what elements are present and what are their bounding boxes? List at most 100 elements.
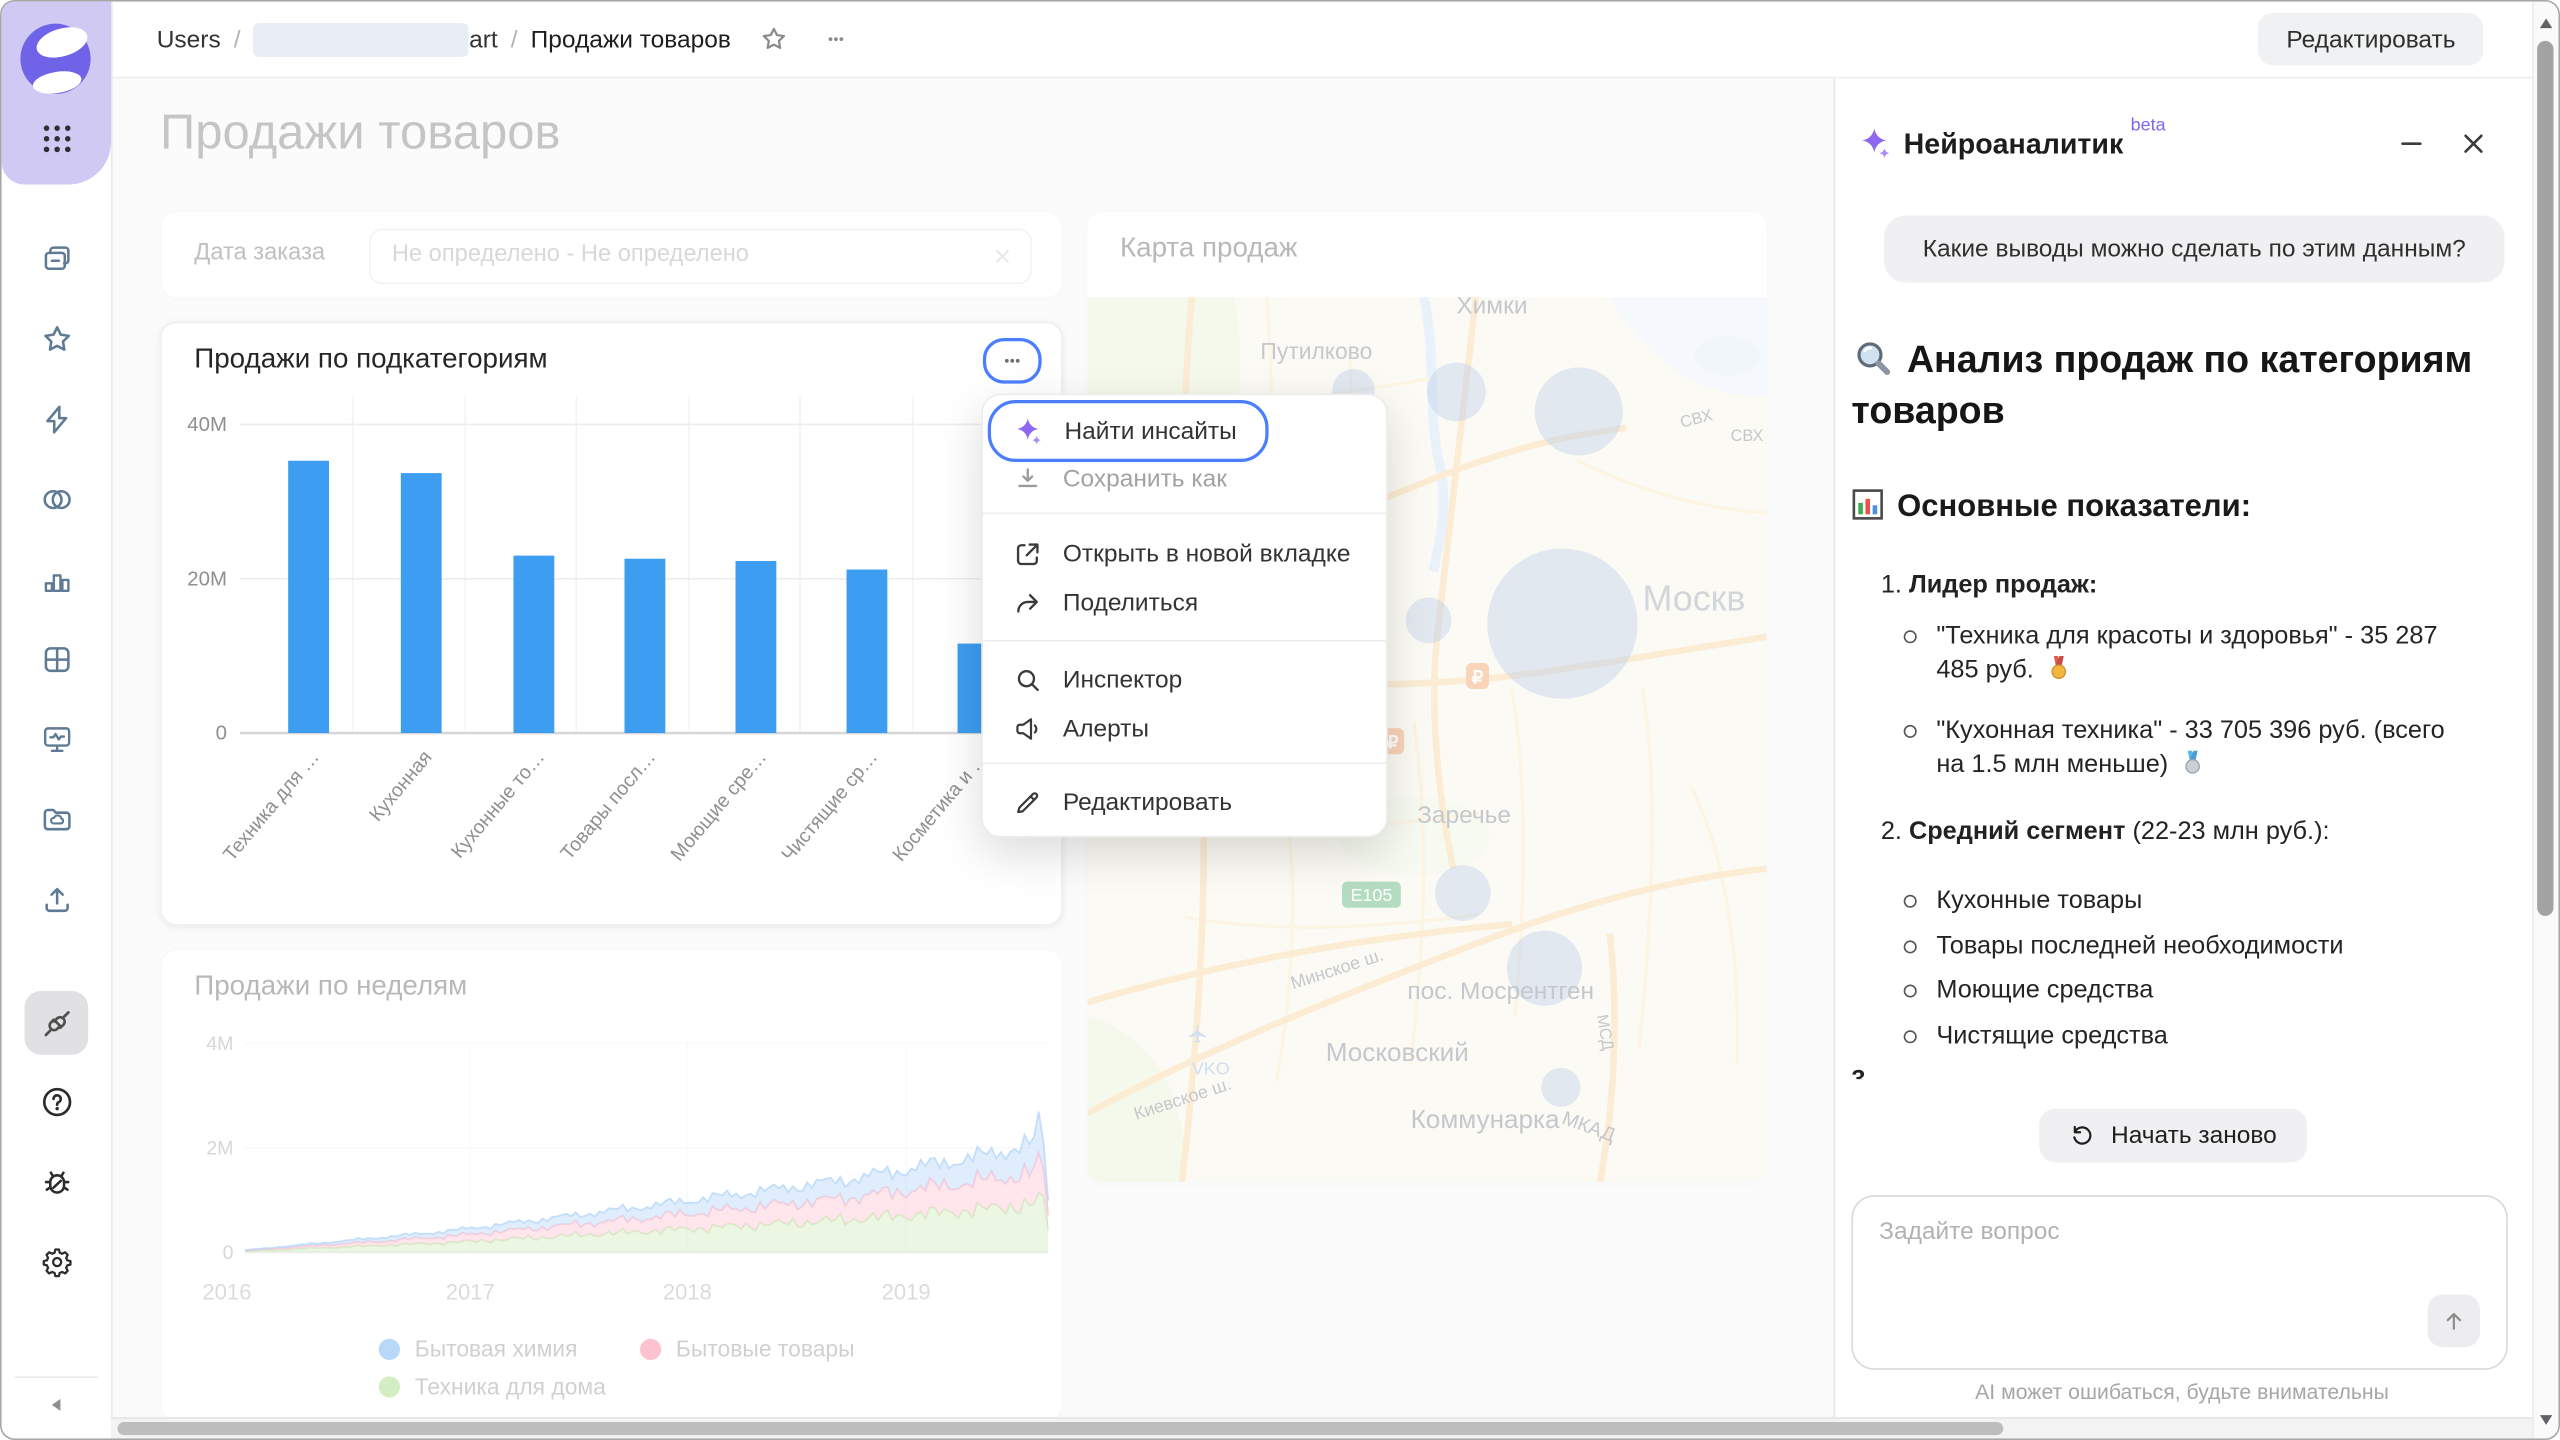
legend-item[interactable]: Бытовая химия (379, 1336, 578, 1362)
close-icon[interactable] (2457, 127, 2490, 160)
scroll-up-icon[interactable] (2539, 16, 2554, 31)
bar-chart-emoji (1851, 488, 1884, 521)
vertical-scrollbar[interactable] (2532, 2, 2558, 1440)
svg-text:40M: 40M (187, 414, 227, 436)
svg-text:2M: 2M (206, 1137, 233, 1159)
legend-item[interactable]: Бытовые товары (640, 1336, 855, 1362)
gold-medal-emoji (2046, 655, 2072, 681)
svg-text:Косметика и …: Косметика и … (888, 747, 993, 866)
magnifier-emoji (1851, 336, 1893, 378)
menu-item-2[interactable]: Открыть в новой вкладке (996, 529, 1373, 578)
datalens-logo-icon[interactable] (20, 23, 92, 95)
bullet-segment-0: Кухонные товары (1936, 883, 2475, 917)
external-icon (1012, 538, 1043, 569)
svg-text:Кухонные то…: Кухонные то… (447, 747, 549, 863)
edit-button[interactable]: Редактировать (2259, 13, 2484, 65)
bullet-segment-3: Чистящие средства (1936, 1019, 2475, 1053)
breadcrumb-masked-tail[interactable]: art (469, 25, 498, 53)
date-filter-label: Дата заказа (194, 240, 325, 266)
minimize-icon[interactable] (2395, 127, 2428, 160)
breadcrumb-masked-segment[interactable] (254, 22, 470, 56)
svg-text:20M: 20M (187, 568, 227, 590)
breadcrumb-users[interactable]: Users (157, 25, 221, 53)
bar-1[interactable] (401, 473, 442, 733)
sidebar-item-help[interactable] (38, 1084, 74, 1120)
sidebar-item-connections[interactable] (38, 402, 74, 438)
plug-icon (38, 1005, 74, 1041)
sidebar-item-monitoring[interactable] (38, 722, 74, 758)
sidebar-item-dashboards[interactable] (38, 642, 74, 678)
sidebar-item-collections[interactable] (38, 242, 74, 278)
sidebar-item-favorites[interactable] (38, 322, 74, 358)
area-chart: 4M2M02016201720182019 (162, 950, 1062, 1335)
sidebar-item-bug-report[interactable] (38, 1164, 74, 1200)
sidebar-divider (15, 1376, 98, 1378)
ai-disclaimer: AI может ошибаться, будьте внимательны (1835, 1380, 2529, 1404)
send-button[interactable] (2428, 1295, 2480, 1347)
silver-medal-emoji (2180, 749, 2206, 775)
sidebar-item-datasets[interactable] (38, 482, 74, 518)
scroll-down-icon[interactable] (2539, 1412, 2554, 1427)
menu-item-1[interactable]: Сохранить как (996, 454, 1373, 503)
weekly-chart-widget: Продажи по неделям 4M2M02016201720182019… (160, 949, 1063, 1422)
bar-2[interactable] (513, 556, 554, 733)
svg-text:E105: E105 (1350, 885, 1392, 905)
legend-item[interactable]: Техника для дома (379, 1373, 606, 1399)
map-label: Московский (1326, 1037, 1469, 1067)
svg-text:Чистящие ср…: Чистящие ср… (777, 747, 882, 866)
dashboard-area: Продажи товаров Дата заказа Не определен… (111, 77, 1833, 1429)
sidebar-item-neuro-active[interactable] (24, 991, 88, 1055)
menu-item-5[interactable]: Алерты (996, 704, 1373, 753)
map-label: Москв (1642, 578, 1745, 619)
restart-button[interactable]: Начать заново (2039, 1109, 2306, 1163)
svg-text:0: 0 (223, 1242, 234, 1264)
horizontal-scrollbar[interactable] (111, 1417, 2534, 1438)
list-item-2: 2. Средний сегмент (22-23 млн руб.): (1881, 818, 2505, 847)
svg-text:Моющие сре…: Моющие сре… (667, 747, 772, 866)
analysis-subheading: Основные показатели: (1851, 488, 2504, 526)
question-input[interactable]: Задайте вопрос (1851, 1195, 2507, 1370)
bar-0[interactable] (288, 461, 329, 733)
menu-item-0[interactable]: Найти инсайты (988, 400, 1269, 462)
clear-filter-icon[interactable] (989, 243, 1015, 269)
bar-3[interactable] (624, 559, 665, 733)
menu-divider (983, 640, 1386, 642)
menu-item-6[interactable]: Редактировать (996, 777, 1373, 826)
horizontal-scrollbar-thumb[interactable] (118, 1422, 2004, 1435)
menu-item-4[interactable]: Инспектор (996, 655, 1373, 704)
svg-text:4M: 4M (206, 1033, 233, 1055)
sidebar (2, 2, 113, 1440)
analysis-heading: Анализ продаж по категориям товаров (1851, 335, 2504, 436)
bar-5[interactable] (847, 570, 888, 734)
date-filter-input[interactable]: Не определено - Не определено (369, 229, 1032, 285)
bar-4[interactable] (736, 561, 777, 733)
bullet-segment-1: Товары последней необходимости (1936, 929, 2475, 963)
breadcrumb-current: Продажи товаров (531, 25, 731, 53)
widget-context-menu: Найти инсайтыСохранить как Открыть в ново… (981, 393, 1388, 837)
beta-badge: beta (2131, 116, 2166, 136)
svg-text:2018: 2018 (663, 1280, 712, 1305)
question-placeholder: Задайте вопрос (1879, 1218, 2059, 1246)
collapse-sidebar-icon[interactable] (44, 1393, 68, 1417)
bullet-leader-1: "Техника для красоты и здоровья" - 35 28… (1936, 619, 2475, 688)
sidebar-item-upload[interactable] (38, 882, 74, 918)
menu-item-3[interactable]: Поделиться (996, 578, 1373, 627)
app-window: Users / art / Продажи товаров Редактиров… (0, 0, 2560, 1440)
sidebar-item-settings[interactable] (38, 1244, 74, 1280)
sidebar-item-charts[interactable] (38, 562, 74, 598)
scrollbar-thumb[interactable] (2537, 41, 2553, 916)
sidebar-item-storage[interactable] (38, 802, 74, 838)
apps-grid-icon[interactable] (38, 119, 77, 158)
bullet-leader-2: "Кухонная техника" - 33 705 396 руб. (вс… (1936, 713, 2475, 782)
bullet-segment-2: Моющие средства (1936, 973, 2475, 1007)
map-bubble-4 (1487, 549, 1637, 699)
svg-text:Товары посл…: Товары посл… (556, 747, 660, 865)
svg-text:Кухонная: Кухонная (365, 747, 436, 826)
map-label: Коммунарка (1411, 1104, 1560, 1134)
date-filter-widget: Дата заказа Не определено - Не определен… (160, 211, 1063, 299)
more-actions-icon[interactable] (819, 23, 852, 56)
date-filter-value: Не определено - Не определено (392, 242, 749, 268)
sparkle-icon (1011, 414, 1045, 448)
favorite-star-icon[interactable] (757, 23, 790, 56)
map-label: Заречье (1417, 802, 1511, 829)
